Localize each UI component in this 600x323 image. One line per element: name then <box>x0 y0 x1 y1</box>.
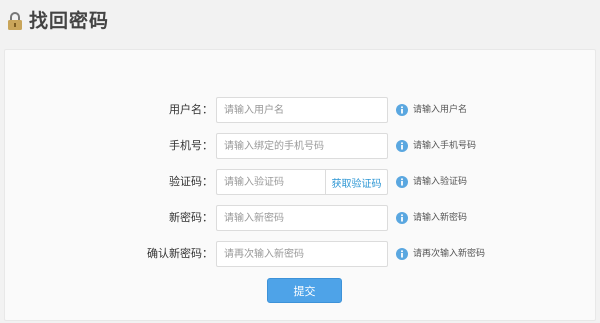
submit-button[interactable]: 提交 <box>267 278 342 303</box>
info-icon <box>396 140 408 152</box>
code-row: 验证码： 获取验证码 请输入验证码 <box>5 169 597 195</box>
phone-input[interactable] <box>216 133 388 159</box>
username-input[interactable] <box>216 97 388 123</box>
get-code-button[interactable]: 获取验证码 <box>325 169 388 195</box>
code-hint: 请输入验证码 <box>396 175 467 189</box>
new-password-hint-text: 请输入新密码 <box>413 213 468 223</box>
info-icon <box>396 248 408 260</box>
confirm-password-label: 确认新密码： <box>147 247 213 260</box>
new-password-label: 新密码： <box>169 211 213 224</box>
username-hint: 请输入用户名 <box>396 103 467 117</box>
page-header: 找回密码 <box>0 0 600 44</box>
info-icon <box>396 104 408 116</box>
confirm-password-row: 确认新密码： 请再次输入新密码 <box>5 241 597 267</box>
lock-icon <box>8 12 22 30</box>
new-password-row: 新密码： 请输入新密码 <box>5 205 597 231</box>
new-password-hint: 请输入新密码 <box>396 211 467 225</box>
new-password-input[interactable] <box>216 205 388 231</box>
reset-password-form: 用户名： 请输入用户名 手机号： 请输入手机号码 验证码： 获取验证码 <box>4 49 596 321</box>
username-row: 用户名： 请输入用户名 <box>5 97 597 123</box>
code-label: 验证码： <box>169 175 213 188</box>
username-label: 用户名： <box>169 103 213 116</box>
phone-hint: 请输入手机号码 <box>396 139 476 153</box>
info-icon <box>396 212 408 224</box>
info-icon <box>396 176 408 188</box>
code-hint-text: 请输入验证码 <box>413 177 468 187</box>
confirm-password-input[interactable] <box>216 241 388 267</box>
confirm-password-hint-text: 请再次输入新密码 <box>413 249 486 259</box>
code-input[interactable] <box>216 169 325 195</box>
phone-row: 手机号： 请输入手机号码 <box>5 133 597 159</box>
phone-label: 手机号： <box>169 139 213 152</box>
phone-hint-text: 请输入手机号码 <box>413 141 477 151</box>
page-title: 找回密码 <box>29 10 110 32</box>
username-hint-text: 请输入用户名 <box>413 105 468 115</box>
confirm-password-hint: 请再次输入新密码 <box>396 247 485 261</box>
